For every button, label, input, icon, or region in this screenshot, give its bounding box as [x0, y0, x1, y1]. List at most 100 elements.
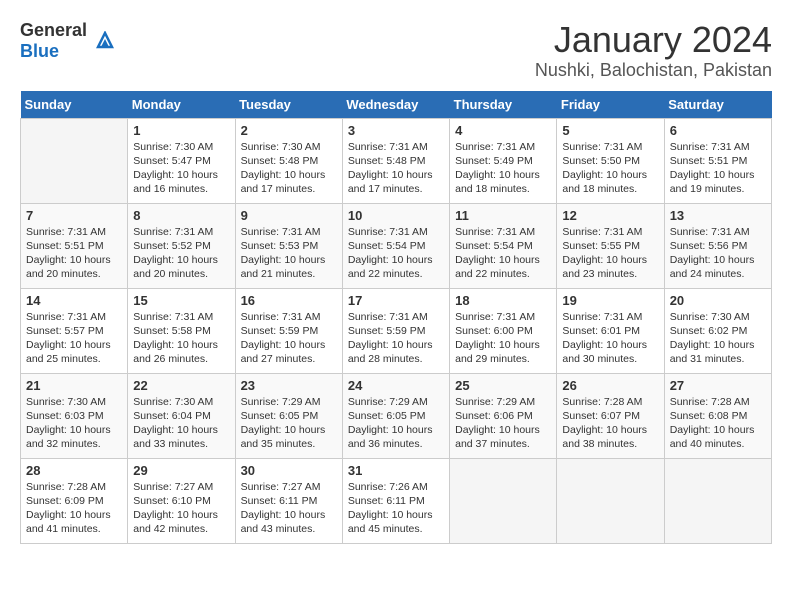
cell-content: Sunrise: 7:28 AMSunset: 6:09 PMDaylight:…	[26, 480, 122, 537]
calendar-cell: 17 Sunrise: 7:31 AMSunset: 5:59 PMDayligh…	[342, 288, 449, 373]
week-row: 1 Sunrise: 7:30 AMSunset: 5:47 PMDaylight…	[21, 118, 772, 203]
day-number: 23	[241, 378, 337, 393]
day-number: 7	[26, 208, 122, 223]
cell-content: Sunrise: 7:30 AMSunset: 5:47 PMDaylight:…	[133, 140, 229, 197]
day-number: 31	[348, 463, 444, 478]
day-number: 1	[133, 123, 229, 138]
cell-content: Sunrise: 7:28 AMSunset: 6:08 PMDaylight:…	[670, 395, 766, 452]
calendar-cell: 22 Sunrise: 7:30 AMSunset: 6:04 PMDayligh…	[128, 373, 235, 458]
calendar-cell: 10 Sunrise: 7:31 AMSunset: 5:54 PMDayligh…	[342, 203, 449, 288]
cell-content: Sunrise: 7:31 AMSunset: 6:01 PMDaylight:…	[562, 310, 658, 367]
calendar-cell: 18 Sunrise: 7:31 AMSunset: 6:00 PMDayligh…	[450, 288, 557, 373]
day-number: 16	[241, 293, 337, 308]
calendar-cell: 1 Sunrise: 7:30 AMSunset: 5:47 PMDaylight…	[128, 118, 235, 203]
column-header-wednesday: Wednesday	[342, 91, 449, 119]
calendar-cell: 26 Sunrise: 7:28 AMSunset: 6:07 PMDayligh…	[557, 373, 664, 458]
page-header: General Blue January 2024 Nushki, Baloch…	[20, 20, 772, 81]
week-row: 7 Sunrise: 7:31 AMSunset: 5:51 PMDaylight…	[21, 203, 772, 288]
cell-content: Sunrise: 7:29 AMSunset: 6:05 PMDaylight:…	[241, 395, 337, 452]
cell-content: Sunrise: 7:29 AMSunset: 6:06 PMDaylight:…	[455, 395, 551, 452]
cell-content: Sunrise: 7:28 AMSunset: 6:07 PMDaylight:…	[562, 395, 658, 452]
calendar-cell: 15 Sunrise: 7:31 AMSunset: 5:58 PMDayligh…	[128, 288, 235, 373]
week-row: 14 Sunrise: 7:31 AMSunset: 5:57 PMDayligh…	[21, 288, 772, 373]
cell-content: Sunrise: 7:29 AMSunset: 6:05 PMDaylight:…	[348, 395, 444, 452]
calendar-cell: 7 Sunrise: 7:31 AMSunset: 5:51 PMDaylight…	[21, 203, 128, 288]
column-header-thursday: Thursday	[450, 91, 557, 119]
calendar-cell: 28 Sunrise: 7:28 AMSunset: 6:09 PMDayligh…	[21, 458, 128, 543]
column-header-friday: Friday	[557, 91, 664, 119]
cell-content: Sunrise: 7:31 AMSunset: 5:59 PMDaylight:…	[241, 310, 337, 367]
cell-content: Sunrise: 7:31 AMSunset: 5:59 PMDaylight:…	[348, 310, 444, 367]
calendar-cell: 27 Sunrise: 7:28 AMSunset: 6:08 PMDayligh…	[664, 373, 771, 458]
week-row: 28 Sunrise: 7:28 AMSunset: 6:09 PMDayligh…	[21, 458, 772, 543]
cell-content: Sunrise: 7:31 AMSunset: 5:56 PMDaylight:…	[670, 225, 766, 282]
logo-icon	[96, 31, 114, 49]
day-number: 4	[455, 123, 551, 138]
day-number: 28	[26, 463, 122, 478]
calendar-cell: 8 Sunrise: 7:31 AMSunset: 5:52 PMDaylight…	[128, 203, 235, 288]
cell-content: Sunrise: 7:26 AMSunset: 6:11 PMDaylight:…	[348, 480, 444, 537]
cell-content: Sunrise: 7:31 AMSunset: 5:48 PMDaylight:…	[348, 140, 444, 197]
day-number: 29	[133, 463, 229, 478]
cell-content: Sunrise: 7:27 AMSunset: 6:10 PMDaylight:…	[133, 480, 229, 537]
cell-content: Sunrise: 7:31 AMSunset: 5:58 PMDaylight:…	[133, 310, 229, 367]
day-number: 15	[133, 293, 229, 308]
title-area: January 2024 Nushki, Balochistan, Pakist…	[535, 20, 772, 81]
cell-content: Sunrise: 7:31 AMSunset: 6:00 PMDaylight:…	[455, 310, 551, 367]
day-number: 8	[133, 208, 229, 223]
day-number: 10	[348, 208, 444, 223]
calendar-cell: 3 Sunrise: 7:31 AMSunset: 5:48 PMDaylight…	[342, 118, 449, 203]
day-number: 2	[241, 123, 337, 138]
cell-content: Sunrise: 7:30 AMSunset: 5:48 PMDaylight:…	[241, 140, 337, 197]
cell-content: Sunrise: 7:31 AMSunset: 5:52 PMDaylight:…	[133, 225, 229, 282]
day-number: 24	[348, 378, 444, 393]
day-number: 17	[348, 293, 444, 308]
calendar-cell: 16 Sunrise: 7:31 AMSunset: 5:59 PMDayligh…	[235, 288, 342, 373]
day-number: 11	[455, 208, 551, 223]
cell-content: Sunrise: 7:31 AMSunset: 5:51 PMDaylight:…	[670, 140, 766, 197]
calendar-cell	[664, 458, 771, 543]
cell-content: Sunrise: 7:31 AMSunset: 5:55 PMDaylight:…	[562, 225, 658, 282]
day-number: 27	[670, 378, 766, 393]
cell-content: Sunrise: 7:31 AMSunset: 5:51 PMDaylight:…	[26, 225, 122, 282]
day-number: 21	[26, 378, 122, 393]
cell-content: Sunrise: 7:31 AMSunset: 5:54 PMDaylight:…	[455, 225, 551, 282]
day-number: 25	[455, 378, 551, 393]
day-number: 22	[133, 378, 229, 393]
calendar-cell: 5Sunrise: 7:31 AMSunset: 5:50 PMDaylight…	[557, 118, 664, 203]
calendar-cell: 9 Sunrise: 7:31 AMSunset: 5:53 PMDaylight…	[235, 203, 342, 288]
day-number: 26	[562, 378, 658, 393]
day-number: 19	[562, 293, 658, 308]
calendar-cell: 21Sunrise: 7:30 AMSunset: 6:03 PMDayligh…	[21, 373, 128, 458]
cell-content: Sunrise: 7:31 AMSunset: 5:54 PMDaylight:…	[348, 225, 444, 282]
column-header-sunday: Sunday	[21, 91, 128, 119]
calendar-cell: 25 Sunrise: 7:29 AMSunset: 6:06 PMDayligh…	[450, 373, 557, 458]
calendar-cell: 29 Sunrise: 7:27 AMSunset: 6:10 PMDayligh…	[128, 458, 235, 543]
calendar-cell	[557, 458, 664, 543]
column-header-tuesday: Tuesday	[235, 91, 342, 119]
calendar-cell: 23 Sunrise: 7:29 AMSunset: 6:05 PMDayligh…	[235, 373, 342, 458]
day-number: 6	[670, 123, 766, 138]
column-header-monday: Monday	[128, 91, 235, 119]
calendar-table: SundayMondayTuesdayWednesdayThursdayFrid…	[20, 91, 772, 544]
calendar-cell: 4Sunrise: 7:31 AMSunset: 5:49 PMDaylight…	[450, 118, 557, 203]
cell-content: Sunrise: 7:31 AMSunset: 5:53 PMDaylight:…	[241, 225, 337, 282]
calendar-cell: 24 Sunrise: 7:29 AMSunset: 6:05 PMDayligh…	[342, 373, 449, 458]
header-row: SundayMondayTuesdayWednesdayThursdayFrid…	[21, 91, 772, 119]
calendar-cell: 14 Sunrise: 7:31 AMSunset: 5:57 PMDayligh…	[21, 288, 128, 373]
calendar-cell: 30Sunrise: 7:27 AMSunset: 6:11 PMDayligh…	[235, 458, 342, 543]
day-number: 3	[348, 123, 444, 138]
calendar-cell: 11 Sunrise: 7:31 AMSunset: 5:54 PMDayligh…	[450, 203, 557, 288]
cell-content: Sunrise: 7:30 AMSunset: 6:04 PMDaylight:…	[133, 395, 229, 452]
day-number: 9	[241, 208, 337, 223]
cell-content: Sunrise: 7:27 AMSunset: 6:11 PMDaylight:…	[241, 480, 337, 537]
location-subtitle: Nushki, Balochistan, Pakistan	[535, 60, 772, 81]
week-row: 21Sunrise: 7:30 AMSunset: 6:03 PMDayligh…	[21, 373, 772, 458]
cell-content: Sunrise: 7:31 AMSunset: 5:57 PMDaylight:…	[26, 310, 122, 367]
calendar-cell: 31 Sunrise: 7:26 AMSunset: 6:11 PMDayligh…	[342, 458, 449, 543]
calendar-cell	[21, 118, 128, 203]
day-number: 13	[670, 208, 766, 223]
day-number: 5	[562, 123, 658, 138]
day-number: 14	[26, 293, 122, 308]
day-number: 18	[455, 293, 551, 308]
